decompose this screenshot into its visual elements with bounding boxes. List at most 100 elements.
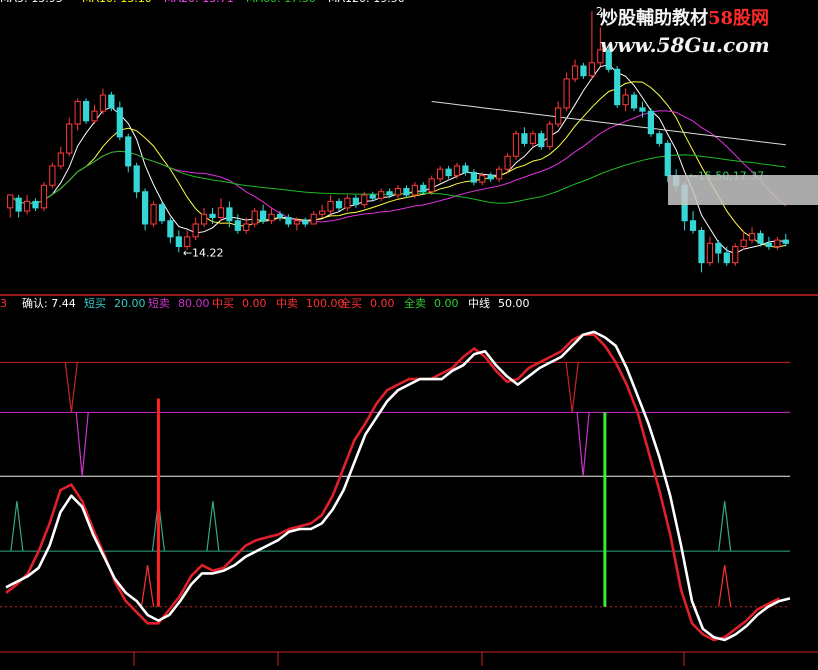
candle-body [470,171,477,183]
candle-body [184,236,191,248]
indicator-legend-value: 20.00 [114,297,146,310]
indicator-legend-value: 0.00 [242,297,267,310]
candle-body [765,242,773,248]
ma-legend-item: MA5: 15.95 [0,0,63,5]
candle-body [217,207,225,219]
ma-legend-item: MA120: 19.50 [328,0,405,5]
indicator-legend-label: 短卖 [148,296,170,310]
candle-body [706,242,714,264]
candle-body [639,107,646,112]
candle-body [664,142,671,177]
indicator-legend-value: 80.00 [178,297,210,310]
signal-spike [75,412,89,477]
candle-body [66,123,73,154]
indicator-legend-label: 中线 [468,296,490,310]
candle-body [310,213,317,225]
candle-body [116,107,123,138]
signal-spike [576,412,590,477]
candle-body [698,229,705,264]
indicator-legend-label: 短买 [84,296,106,310]
candle-body [167,220,174,238]
candle-body [158,204,166,222]
candle-body [529,133,536,144]
candle-body [614,68,621,106]
candle-body [243,223,250,231]
candle-body [546,123,553,148]
candle-body [656,133,663,144]
candle-body [91,110,98,122]
candle-body [555,107,562,125]
candle-body [32,200,39,209]
indicator-panel: 3 确认: 7.44 短买 20.00 短卖 80.00 中买 0.00 中卖 100.00全买 0… [0,296,818,666]
candle-body [175,236,182,248]
candle-body [82,100,90,122]
candle-body [782,239,789,244]
candle-body [740,239,747,248]
price-highlight-box [668,175,818,205]
candle-body [234,220,241,231]
candle-body [23,200,31,212]
candle-body [647,110,655,135]
candle-body [327,200,334,212]
candle-body [394,188,402,196]
candle-body [445,168,452,177]
candle-body [748,233,756,241]
indicator-legend-marker: 3 [0,297,7,310]
candle-body [462,165,469,173]
candle-body [689,220,697,231]
signal-spike [140,564,155,607]
candle-body [630,94,638,109]
indicator-legend: 3 确认: 7.44 短买 20.00 短卖 80.00 中买 0.00 中卖 100.00全买 0… [0,296,530,310]
candle-body [479,175,486,183]
candle-body [192,223,199,238]
candle-body [200,213,208,225]
candle-body [99,94,107,112]
signal-spike [64,362,78,413]
signal-spike [718,564,732,607]
price-panel: MA5: 15.95 MA10: 15.10 MA20: 15.71 MA60: 17… [0,0,818,273]
candle-body [521,133,528,144]
reference-lines [0,361,790,608]
candle-body [125,136,132,167]
indicator-line [5,333,780,642]
signal-spike [565,362,579,413]
watermark-line1: 炒股輔助教材58股网 [600,7,769,29]
candle-body [563,78,570,109]
candle-body [7,194,14,209]
signal-bars [156,398,607,607]
indicator-legend-value: 100.00 [306,297,345,310]
candle-body [487,175,494,180]
candle-body [588,62,596,77]
candle-body [268,213,275,222]
indicator-legend-label: 全买 [340,296,362,310]
indicator-legend-value: 0.00 [370,297,395,310]
candle-body [319,210,326,215]
candle-body [622,94,629,106]
indicator-legend-label: 确认: 7.44 [22,297,76,310]
price-label: ←14.22 [183,246,224,259]
candle-body [571,65,579,80]
indicator-legend-value: 0.00 [434,297,459,310]
candle-body [538,133,545,148]
candle-body [420,184,427,193]
indicator-legend-value: 50.00 [498,297,530,310]
candle-body [369,194,376,199]
candle-body [285,217,292,225]
candle-body [715,242,722,254]
candle-body [226,207,233,222]
signal-spike [206,501,220,552]
candle-body [49,165,56,186]
candle-body [344,197,351,209]
candle-body [15,197,22,212]
candle-body [757,233,764,244]
ma-line [431,101,786,146]
candle-body [276,213,284,219]
candle-body [453,165,461,177]
candle-body [378,191,385,199]
ma-legend-item: MA20: 15.71 [164,0,234,5]
candle-body [512,133,520,157]
candle-body [732,246,739,264]
candle-body [580,65,587,77]
indicator-line [5,330,791,642]
candle-body [437,168,444,180]
